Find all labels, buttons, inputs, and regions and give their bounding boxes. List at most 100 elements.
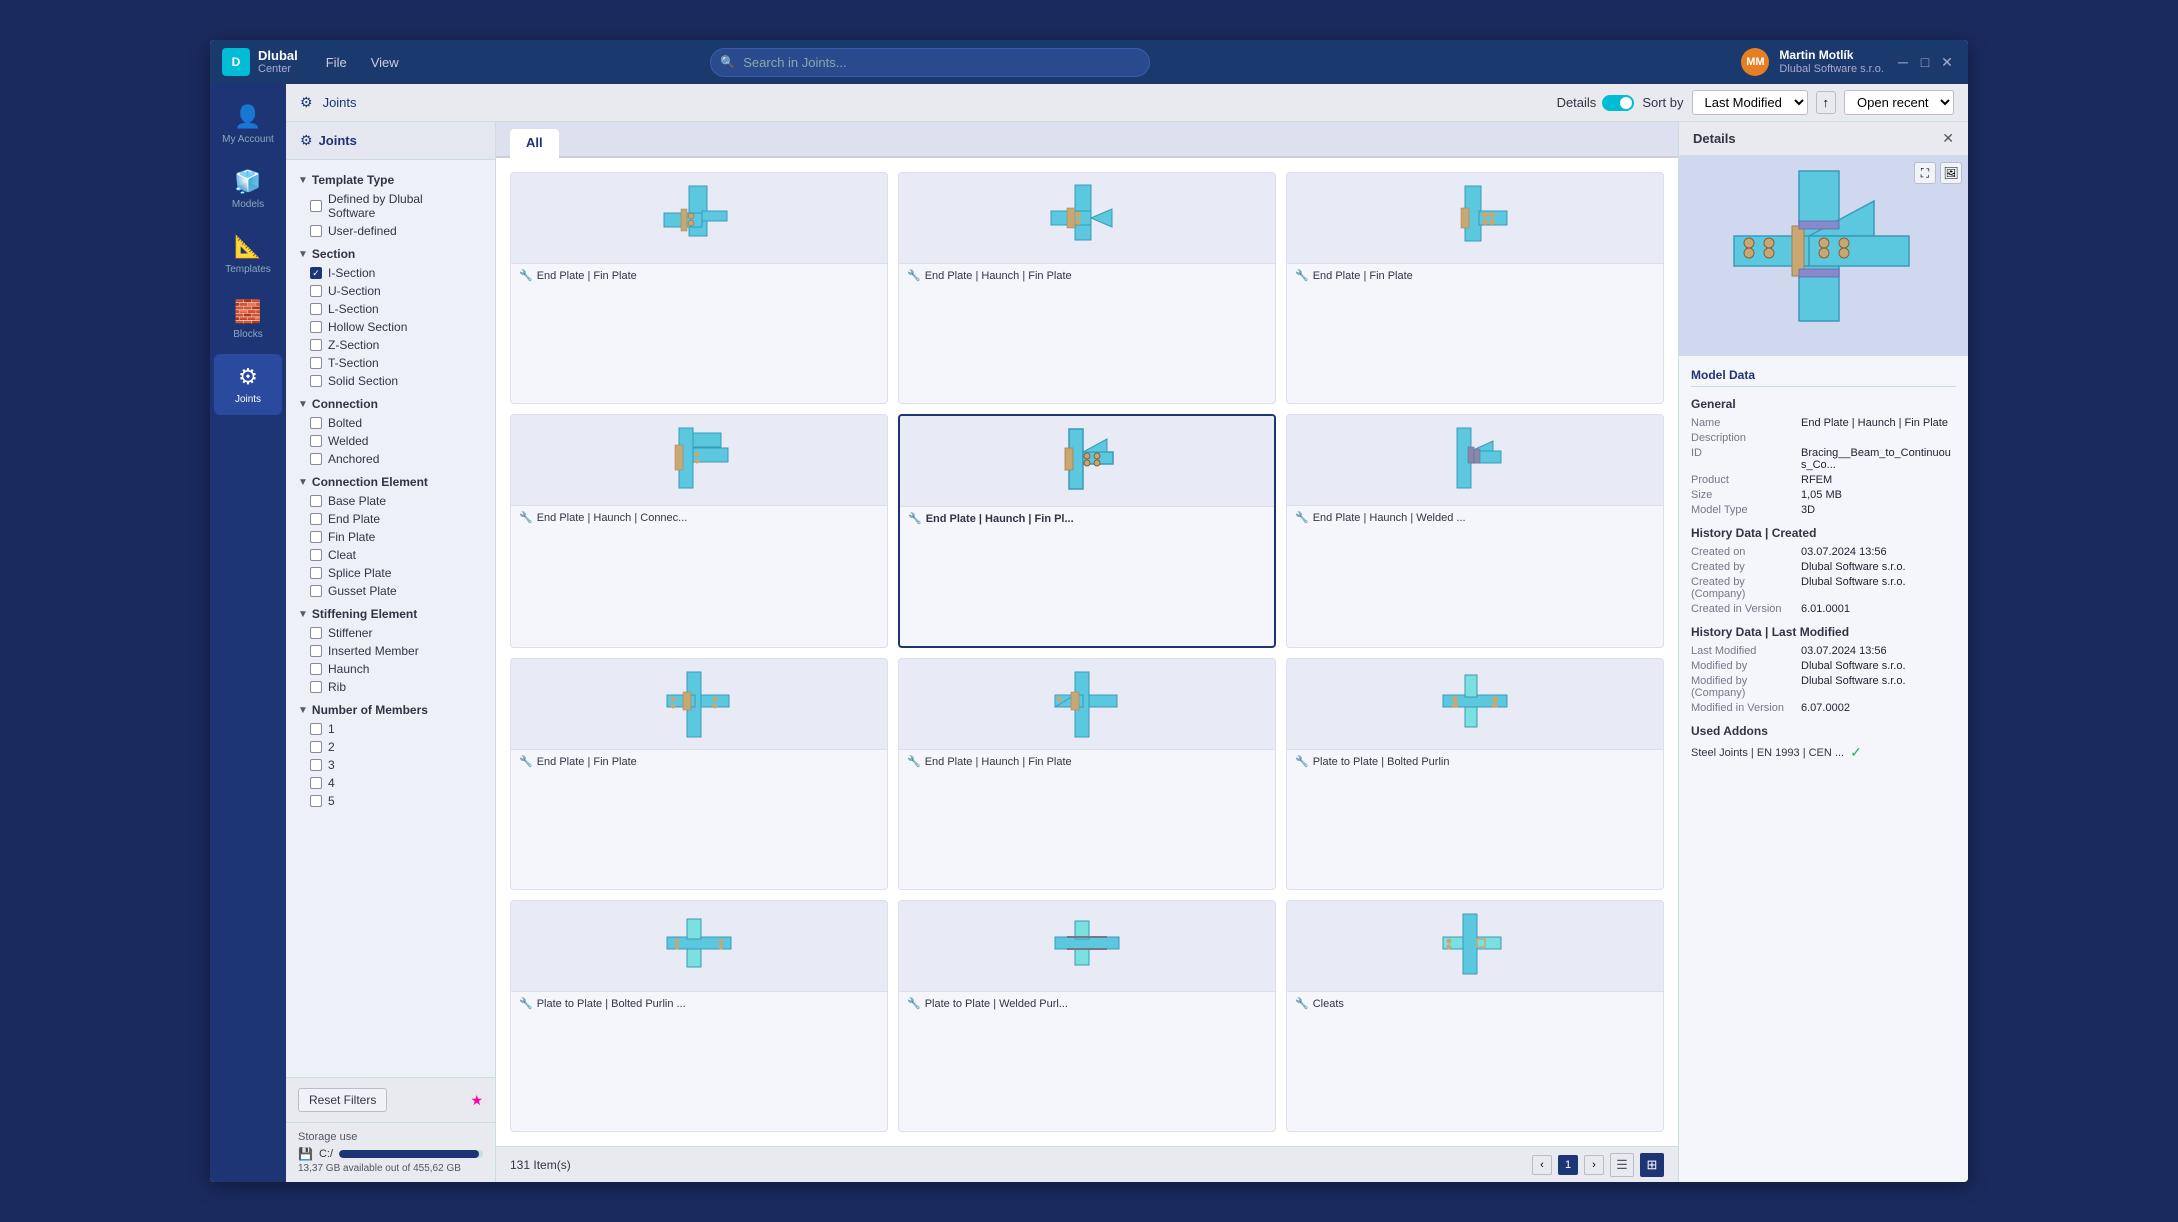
filter-checkbox-user-defined[interactable] (310, 225, 322, 237)
maximize-button[interactable]: □ (1916, 53, 1934, 71)
filter-checkbox-welded[interactable] (310, 435, 322, 447)
filter-item-solid-section[interactable]: Solid Section (286, 372, 495, 390)
filter-item-hollow-section[interactable]: Hollow Section (286, 318, 495, 336)
details-toggle-switch[interactable] (1602, 95, 1634, 111)
filter-item-members-5[interactable]: 5 (286, 792, 495, 810)
prev-page-button[interactable]: ‹ (1532, 1155, 1552, 1175)
filter-section-template-type-header[interactable]: ▼ Template Type (286, 170, 495, 190)
filter-checkbox-cleat[interactable] (310, 549, 322, 561)
page-1-button[interactable]: 1 (1558, 1155, 1578, 1175)
filter-checkbox-anchored[interactable] (310, 453, 322, 465)
filter-checkbox-fin-plate[interactable] (310, 531, 322, 543)
filter-item-splice-plate[interactable]: Splice Plate (286, 564, 495, 582)
filter-item-stiffener[interactable]: Stiffener (286, 624, 495, 642)
search-input[interactable] (710, 48, 1150, 77)
filter-item-anchored[interactable]: Anchored (286, 450, 495, 468)
reset-filters-button[interactable]: Reset Filters (298, 1088, 387, 1112)
filter-item-end-plate[interactable]: End Plate (286, 510, 495, 528)
filter-checkbox-l-section[interactable] (310, 303, 322, 315)
filter-checkbox-haunch[interactable] (310, 663, 322, 675)
filter-checkbox-members-4[interactable] (310, 777, 322, 789)
filter-checkbox-stiffener[interactable] (310, 627, 322, 639)
item-card-3[interactable]: 🔧 End Plate | Haunch | Connec... (510, 414, 888, 648)
item-card-1[interactable]: 🔧 End Plate | Haunch | Fin Plate (898, 172, 1276, 404)
page-2-button[interactable]: › (1584, 1155, 1604, 1175)
filter-item-z-section[interactable]: Z-Section (286, 336, 495, 354)
sidebar-item-my-account[interactable]: 👤 My Account (214, 94, 282, 155)
filter-checkbox-inserted-member[interactable] (310, 645, 322, 657)
filter-checkbox-end-plate[interactable] (310, 513, 322, 525)
sidebar-item-blocks[interactable]: 🧱 Blocks (214, 289, 282, 350)
filter-item-gusset-plate[interactable]: Gusset Plate (286, 582, 495, 600)
filter-checkbox-splice-plate[interactable] (310, 567, 322, 579)
list-view-button[interactable]: ☰ (1610, 1153, 1634, 1177)
filter-section-number-of-members-header[interactable]: ▼ Number of Members (286, 700, 495, 720)
filter-item-haunch[interactable]: Haunch (286, 660, 495, 678)
item-card-0[interactable]: 🔧 End Plate | Fin Plate (510, 172, 888, 404)
filter-item-bolted[interactable]: Bolted (286, 414, 495, 432)
filter-checkbox-members-1[interactable] (310, 723, 322, 735)
filter-checkbox-solid-section[interactable] (310, 375, 322, 387)
filter-item-l-section[interactable]: L-Section (286, 300, 495, 318)
open-recent-select[interactable]: Open recent (1844, 90, 1954, 115)
filter-item-members-3[interactable]: 3 (286, 756, 495, 774)
filter-checkbox-rib[interactable] (310, 681, 322, 693)
item-card-4[interactable]: 🔧 End Plate | Haunch | Fin Pl... (898, 414, 1276, 648)
filter-item-cleat[interactable]: Cleat (286, 546, 495, 564)
filter-item-t-section[interactable]: T-Section (286, 354, 495, 372)
sort-direction-button[interactable]: ↑ (1816, 91, 1837, 114)
item-card-7[interactable]: 🔧 End Plate | Haunch | Fin Plate (898, 658, 1276, 890)
sidebar-item-templates[interactable]: 📐 Templates (214, 224, 282, 285)
filter-section-stiffening-element-header[interactable]: ▼ Stiffening Element (286, 604, 495, 624)
filter-item-members-1[interactable]: 1 (286, 720, 495, 738)
item-card-6[interactable]: 🔧 End Plate | Fin Plate (510, 658, 888, 890)
favorites-icon[interactable]: ★ (470, 1092, 483, 1109)
filter-section-section-header[interactable]: ▼ Section (286, 244, 495, 264)
item-card-11[interactable]: 🔧 Cleats (1286, 900, 1664, 1132)
filter-section-connection-header[interactable]: ▼ Connection (286, 394, 495, 414)
filter-checkbox-t-section[interactable] (310, 357, 322, 369)
preview-download-button[interactable]: 🖼 (1940, 162, 1962, 184)
filter-section-stiffening-element: ▼ Stiffening Element Stiffener Inserted … (286, 602, 495, 698)
sidebar-item-joints[interactable]: ⚙ Joints (214, 354, 282, 415)
filter-item-i-section[interactable]: ✓ I-Section (286, 264, 495, 282)
filter-item-members-4[interactable]: 4 (286, 774, 495, 792)
filter-checkbox-u-section[interactable] (310, 285, 322, 297)
filter-checkbox-base-plate[interactable] (310, 495, 322, 507)
item-card-5[interactable]: 🔧 End Plate | Haunch | Welded ... (1286, 414, 1664, 648)
filter-item-members-2[interactable]: 2 (286, 738, 495, 756)
filter-item-user-defined[interactable]: User-defined (286, 222, 495, 240)
sort-select[interactable]: Last Modified Name Size Date Created (1692, 90, 1808, 115)
filter-checkbox-members-2[interactable] (310, 741, 322, 753)
filter-item-welded[interactable]: Welded (286, 432, 495, 450)
filter-checkbox-gusset-plate[interactable] (310, 585, 322, 597)
filter-checkbox-members-5[interactable] (310, 795, 322, 807)
tab-all[interactable]: All (510, 129, 559, 158)
filter-checkbox-members-3[interactable] (310, 759, 322, 771)
filter-checkbox-i-section[interactable]: ✓ (310, 267, 322, 279)
menu-view[interactable]: View (359, 51, 411, 74)
item-card-2[interactable]: 🔧 End Plate | Fin Plate (1286, 172, 1664, 404)
filter-checkbox-bolted[interactable] (310, 417, 322, 429)
filter-item-defined-by-dlubal[interactable]: Defined by Dlubal Software (286, 190, 495, 222)
filter-checkbox-hollow-section[interactable] (310, 321, 322, 333)
details-close-button[interactable]: ✕ (1942, 130, 1954, 147)
filter-section-connection-element-header[interactable]: ▼ Connection Element (286, 472, 495, 492)
close-button[interactable]: ✕ (1938, 53, 1956, 71)
sidebar-item-models[interactable]: 🧊 Models (214, 159, 282, 220)
item-label-text-2: End Plate | Fin Plate (1313, 270, 1413, 282)
filter-item-rib[interactable]: Rib (286, 678, 495, 696)
item-card-8[interactable]: 🔧 Plate to Plate | Bolted Purlin (1286, 658, 1664, 890)
filter-checkbox-z-section[interactable] (310, 339, 322, 351)
grid-view-button[interactable]: ⊞ (1640, 1153, 1664, 1177)
menu-file[interactable]: File (314, 51, 359, 74)
filter-item-u-section[interactable]: U-Section (286, 282, 495, 300)
filter-item-fin-plate[interactable]: Fin Plate (286, 528, 495, 546)
filter-checkbox-defined-by-dlubal[interactable] (310, 200, 322, 212)
item-card-10[interactable]: 🔧 Plate to Plate | Welded Purl... (898, 900, 1276, 1132)
item-card-9[interactable]: 🔧 Plate to Plate | Bolted Purlin ... (510, 900, 888, 1132)
minimize-button[interactable]: ─ (1894, 53, 1912, 71)
preview-expand-button[interactable]: ⛶ (1914, 162, 1936, 184)
filter-item-base-plate[interactable]: Base Plate (286, 492, 495, 510)
filter-item-inserted-member[interactable]: Inserted Member (286, 642, 495, 660)
